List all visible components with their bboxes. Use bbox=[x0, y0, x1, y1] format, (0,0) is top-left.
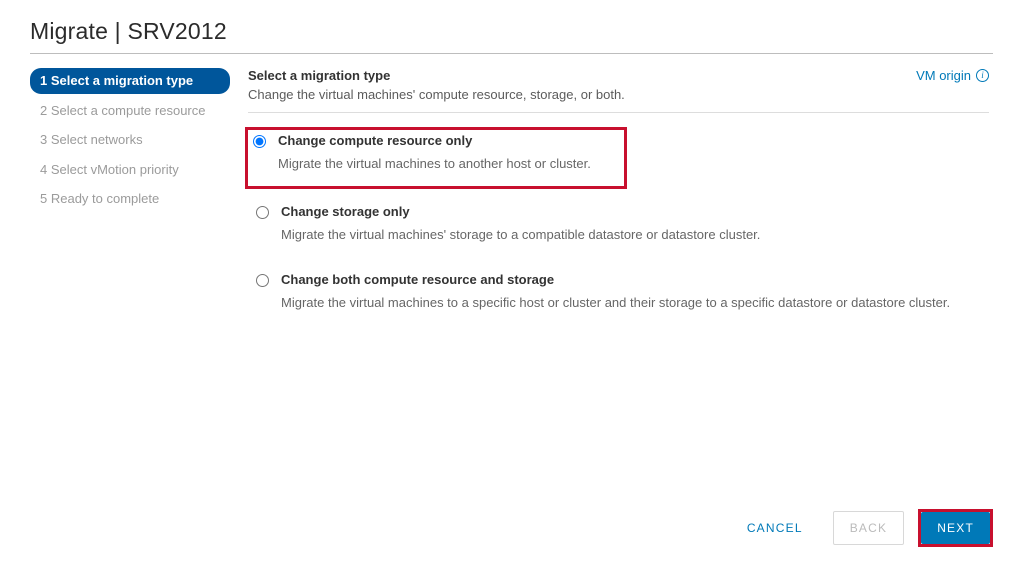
step-2[interactable]: 2 Select a compute resource bbox=[30, 98, 230, 124]
radio-both[interactable] bbox=[256, 274, 269, 287]
option-both[interactable]: Change both compute resource and storage… bbox=[248, 266, 989, 328]
title-divider bbox=[30, 53, 993, 54]
option-both-title: Change both compute resource and storage bbox=[281, 272, 985, 287]
main-heading-block: Select a migration type Change the virtu… bbox=[248, 68, 625, 102]
main-heading: Select a migration type bbox=[248, 68, 625, 83]
next-button-highlight: NEXT bbox=[918, 509, 993, 547]
dialog-content: 1 Select a migration type 2 Select a com… bbox=[30, 68, 993, 333]
vm-origin-link[interactable]: VM origin i bbox=[916, 68, 989, 83]
option-compute[interactable]: Change compute resource only Migrate the… bbox=[245, 127, 627, 189]
back-button: BACK bbox=[833, 511, 904, 545]
option-compute-title: Change compute resource only bbox=[278, 133, 620, 148]
migrate-dialog: Migrate | SRV2012 1 Select a migration t… bbox=[0, 0, 1023, 333]
migration-options: Change compute resource only Migrate the… bbox=[248, 127, 989, 327]
info-icon: i bbox=[976, 69, 989, 82]
option-both-desc: Migrate the virtual machines to a specif… bbox=[281, 293, 985, 314]
dialog-title: Migrate | SRV2012 bbox=[30, 18, 993, 53]
main-header: Select a migration type Change the virtu… bbox=[248, 68, 989, 113]
main-panel: Select a migration type Change the virtu… bbox=[230, 68, 993, 333]
step-4[interactable]: 4 Select vMotion priority bbox=[30, 157, 230, 183]
option-storage-text: Change storage only Migrate the virtual … bbox=[281, 204, 985, 246]
step-1[interactable]: 1 Select a migration type bbox=[30, 68, 230, 94]
step-5[interactable]: 5 Ready to complete bbox=[30, 186, 230, 212]
option-compute-text: Change compute resource only Migrate the… bbox=[278, 133, 620, 175]
radio-compute[interactable] bbox=[253, 135, 266, 148]
wizard-steps: 1 Select a migration type 2 Select a com… bbox=[30, 68, 230, 216]
dialog-footer: CANCEL BACK NEXT bbox=[731, 509, 993, 547]
next-button[interactable]: NEXT bbox=[921, 512, 990, 544]
main-subheading: Change the virtual machines' compute res… bbox=[248, 87, 625, 102]
option-storage-desc: Migrate the virtual machines' storage to… bbox=[281, 225, 985, 246]
radio-storage[interactable] bbox=[256, 206, 269, 219]
vm-origin-label: VM origin bbox=[916, 68, 971, 83]
step-3[interactable]: 3 Select networks bbox=[30, 127, 230, 153]
option-storage[interactable]: Change storage only Migrate the virtual … bbox=[248, 198, 989, 260]
option-both-text: Change both compute resource and storage… bbox=[281, 272, 985, 314]
option-compute-desc: Migrate the virtual machines to another … bbox=[278, 154, 620, 175]
option-storage-title: Change storage only bbox=[281, 204, 985, 219]
cancel-button[interactable]: CANCEL bbox=[731, 512, 819, 544]
